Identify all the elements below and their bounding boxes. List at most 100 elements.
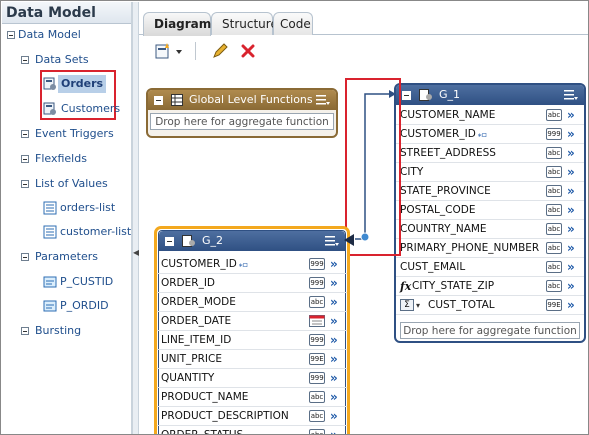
new-dataset-dropdown-button[interactable] — [151, 41, 187, 61]
expand-chevron-icon[interactable]: » — [567, 106, 575, 125]
glf-drop-zone[interactable]: Drop here for aggregate function — [150, 113, 334, 130]
field-row[interactable]: STREET_ADDRESS abc » — [396, 144, 584, 163]
expand-chevron-icon[interactable]: » — [567, 239, 575, 258]
expand-chevron-icon[interactable]: » — [567, 220, 575, 239]
field-row[interactable]: CUSTOMER_ID ⁎▫ 999 » — [157, 255, 347, 274]
expand-chevron-icon[interactable]: » — [330, 426, 338, 434]
expand-chevron-icon[interactable]: » — [567, 125, 575, 144]
field-row[interactable]: ORDER_DATE » — [157, 312, 347, 331]
expand-chevron-icon[interactable]: » — [330, 350, 338, 369]
field-row[interactable]: POSTAL_CODE abc » — [396, 201, 584, 220]
field-row[interactable]: PRODUCT_DESCRIPTION abc » — [157, 407, 347, 426]
expand-chevron-icon[interactable]: » — [567, 258, 575, 277]
expand-chevron-icon[interactable]: » — [330, 369, 338, 388]
global-level-functions-box[interactable]: Global Level Functions Drop here for agg… — [146, 88, 338, 138]
collapse-toggle-icon[interactable] — [7, 31, 15, 39]
datatype-icon: abc — [309, 410, 325, 422]
datatype-icon: abc — [546, 109, 562, 121]
field-name: ORDER_MODE — [161, 296, 236, 308]
collapse-icon[interactable] — [402, 90, 411, 100]
datatype-icon: abc — [309, 391, 325, 403]
collapse-toggle-icon[interactable] — [21, 155, 29, 163]
toolbar-divider — [195, 42, 196, 60]
field-name: LINE_ITEM_ID — [161, 334, 232, 346]
expand-chevron-icon[interactable]: » — [567, 144, 575, 163]
tree-item-label: Flexfields — [35, 152, 87, 165]
expand-chevron-icon[interactable]: » — [330, 331, 338, 350]
expand-chevron-icon[interactable]: » — [567, 201, 575, 220]
menu-icon[interactable] — [316, 94, 330, 106]
field-row[interactable]: PRODUCT_NAME abc » — [157, 388, 347, 407]
field-name: PRODUCT_NAME — [161, 391, 249, 403]
collapse-toggle-icon[interactable] — [21, 56, 29, 64]
field-row[interactable]: COUNTRY_NAME abc » — [396, 220, 584, 239]
field-row[interactable]: PRIMARY_PHONE_NUMBER abc » — [396, 239, 584, 258]
expand-chevron-icon[interactable]: » — [567, 296, 575, 315]
field-name: PRIMARY_PHONE_NUMBER — [400, 242, 540, 254]
field-row[interactable]: STATE_PROVINCE abc » — [396, 182, 584, 201]
field-row[interactable]: QUANTITY 999 » — [157, 369, 347, 388]
expand-chevron-icon[interactable]: » — [330, 407, 338, 426]
expand-chevron-icon[interactable]: » — [567, 182, 575, 201]
field-name: STREET_ADDRESS — [400, 147, 496, 159]
collapse-toggle-icon[interactable] — [21, 327, 29, 335]
expand-chevron-icon[interactable]: » — [330, 293, 338, 312]
field-row[interactable]: CUST_EMAIL abc » — [396, 258, 584, 277]
expand-chevron-icon[interactable]: » — [567, 277, 575, 296]
tab-structure[interactable]: Structure — [211, 12, 278, 35]
tab-code[interactable]: Code — [273, 12, 313, 35]
tree-item-label: Bursting — [35, 324, 82, 337]
field-row[interactable]: ORDER_MODE abc » — [157, 293, 347, 312]
pencil-icon — [213, 43, 228, 58]
field-row[interactable]: CUSTOMER_NAME abc » — [396, 106, 584, 125]
tree-item-label: P_ORDID — [60, 299, 109, 312]
field-row[interactable]: ORDER_STATUS abc » — [157, 426, 347, 434]
datatype-icon: abc — [546, 185, 562, 197]
dropdown-icon[interactable]: ▾ — [416, 296, 420, 315]
field-row[interactable]: LINE_ITEM_ID 999 » — [157, 331, 347, 350]
menu-icon[interactable] — [564, 89, 578, 101]
expand-chevron-icon[interactable]: » — [330, 312, 338, 331]
panel-splitter[interactable]: ◀ — [132, 2, 139, 434]
datatype-icon: 999 — [309, 372, 325, 384]
tree-item-label: Data Sets — [35, 53, 89, 66]
field-row[interactable]: fx CITY_STATE_ZIP abc » — [396, 277, 584, 296]
tab-diagram[interactable]: Diagram — [143, 12, 211, 36]
collapse-toggle-icon[interactable] — [21, 253, 29, 261]
edit-button[interactable] — [209, 41, 231, 61]
collapse-toggle-icon[interactable] — [21, 130, 29, 138]
collapse-icon[interactable] — [154, 95, 163, 105]
field-name: CUSTOMER_ID — [161, 258, 237, 270]
field-row[interactable]: CUSTOMER_ID ⁎▫ 999 » — [396, 125, 584, 144]
collapse-toggle-icon[interactable] — [21, 180, 29, 188]
field-row[interactable]: UNIT_PRICE 99E » — [157, 350, 347, 369]
menu-icon[interactable] — [325, 235, 339, 247]
tree-item-label: Customers — [61, 102, 121, 115]
summation-icon[interactable]: Σ — [400, 299, 414, 311]
new-dataset-icon — [155, 43, 182, 59]
tree-item-orders[interactable]: Orders — [43, 75, 113, 93]
field-name: COUNTRY_NAME — [400, 223, 487, 235]
g1-drop-zone[interactable]: Drop here for aggregate function — [400, 322, 580, 339]
delete-button[interactable] — [237, 41, 259, 61]
expand-chevron-icon[interactable]: » — [330, 255, 338, 274]
expand-chevron-icon[interactable]: » — [330, 274, 338, 293]
field-name: CITY — [400, 166, 424, 178]
field-name: QUANTITY — [161, 372, 215, 384]
expand-chevron-icon[interactable]: » — [567, 163, 575, 182]
group-g2-box[interactable]: G_2 CUSTOMER_ID ⁎▫ 999» ORDER_ID 999» ORDER_M… — [154, 226, 350, 434]
toolbar — [145, 36, 575, 66]
table-icon — [170, 94, 183, 106]
field-name: CITY_STATE_ZIP — [412, 280, 495, 292]
parameter-icon — [43, 300, 57, 312]
field-row[interactable]: ORDER_ID 999 » — [157, 274, 347, 293]
g2-title: G_2 — [202, 234, 224, 247]
collapse-icon[interactable] — [165, 236, 174, 246]
panel-title: Data Model — [2, 2, 131, 24]
field-row[interactable]: Σ ▾ CUST_TOTAL 99E » — [396, 296, 584, 315]
field-name: ORDER_DATE — [161, 315, 232, 327]
field-row[interactable]: CITY abc » — [396, 163, 584, 182]
expand-chevron-icon[interactable]: » — [330, 388, 338, 407]
editor-pane: Diagram Structure Code Global Level Func… — [139, 2, 588, 434]
group-g1-box[interactable]: G_1 CUSTOMER_NAME abc» CUSTOMER_ID ⁎▫ 999» ST… — [394, 83, 586, 343]
